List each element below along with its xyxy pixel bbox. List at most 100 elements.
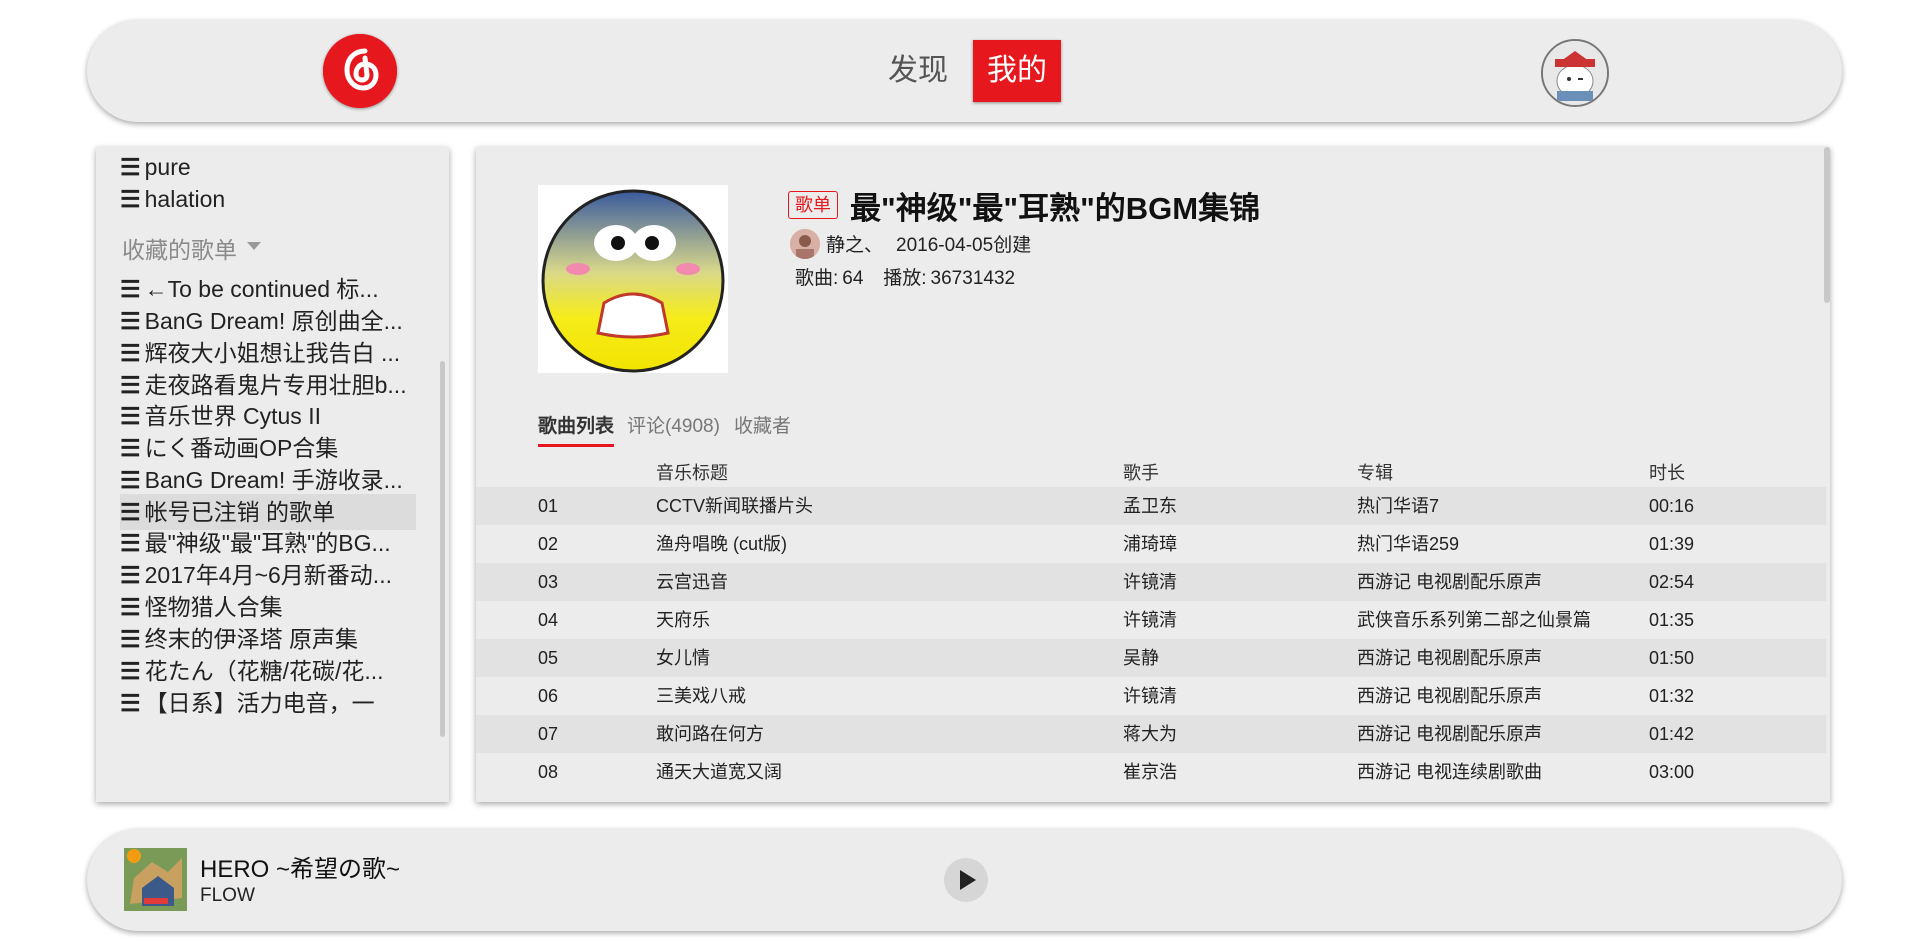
track-number: 04 (538, 610, 559, 630)
track-artist[interactable]: 吴静 (1123, 639, 1159, 677)
track-album[interactable]: 热门华语259 (1357, 525, 1459, 563)
list-icon: ☰ (120, 186, 141, 212)
track-title[interactable]: 渔舟唱晚 (cut版) (656, 525, 787, 563)
track-artist[interactable]: 许镜清 (1123, 601, 1177, 639)
list-icon: ☰ (120, 562, 141, 588)
sidebar-scrollbar[interactable] (440, 361, 445, 737)
sidebar-item[interactable]: ☰ BanG Dream! 原创曲全... (120, 303, 416, 339)
playlist-cover-image (538, 185, 728, 373)
list-icon: ☰ (120, 435, 141, 461)
column-header-artist: 歌手 (1123, 463, 1159, 483)
creator-name[interactable]: 静之、 (826, 230, 883, 257)
sidebar-item-label: 怪物猎人合集 (144, 594, 283, 620)
tab-comments[interactable]: 评论(4908) (627, 411, 720, 444)
table-row[interactable]: 08 通天大道宽又阔 崔京浩 西游记 电视连续剧歌曲 03:00 (476, 753, 1826, 791)
table-row[interactable]: 05 女儿情 吴静 西游记 电视剧配乐原声 01:50 (476, 639, 1826, 677)
track-title[interactable]: 通天大道宽又阔 (656, 753, 782, 791)
track-artist[interactable]: 许镜清 (1123, 563, 1177, 601)
list-icon: ☰ (120, 403, 141, 429)
collected-label: 收藏的歌单 (122, 237, 237, 263)
now-playing-album-art[interactable] (124, 848, 187, 911)
songs-label: 歌曲: (795, 268, 839, 289)
player-bar: HERO ~希望の歌~ FLOW (87, 829, 1842, 931)
list-icon: ☰ (120, 340, 141, 366)
table-row[interactable]: 02 渔舟唱晚 (cut版) 浦琦璋 热门华语259 01:39 (476, 525, 1826, 563)
sidebar-item-label: pure (144, 154, 191, 180)
sidebar-item[interactable]: ☰ 音乐世界 Cytus II (120, 398, 416, 434)
track-title[interactable]: 云宫迅音 (656, 563, 728, 601)
track-album[interactable]: 西游记 电视剧配乐原声 (1357, 639, 1542, 677)
netease-music-logo-icon[interactable] (323, 34, 397, 108)
list-icon: ☰ (120, 467, 141, 493)
now-playing-title: HERO ~希望の歌~ (200, 856, 401, 883)
sidebar-item[interactable]: ☰ 终末的伊泽塔 原声集 (120, 621, 416, 657)
plays-count: 36731432 (930, 268, 1016, 289)
table-row[interactable]: 04 天府乐 许镜清 武侠音乐系列第二部之仙景篇 01:35 (476, 601, 1826, 639)
list-icon: ☰ (120, 276, 141, 302)
list-icon: ☰ (120, 530, 141, 556)
play-button[interactable] (944, 858, 988, 902)
sidebar-item-label: BanG Dream! 手游收录... (144, 467, 403, 493)
track-artist[interactable]: 许镜清 (1123, 677, 1177, 715)
tab-song-list[interactable]: 歌曲列表 (538, 411, 615, 447)
track-album[interactable]: 热门华语7 (1357, 487, 1439, 525)
sidebar-item[interactable]: ☰ 最"神级"最"耳熟"的BG... (120, 525, 416, 561)
tab-collectors[interactable]: 收藏者 (734, 411, 791, 444)
sidebar-item-label: halation (144, 186, 226, 212)
track-title[interactable]: 敢问路在何方 (656, 715, 764, 753)
track-number: 07 (538, 724, 559, 744)
collected-playlists-header[interactable]: 收藏的歌单 (122, 231, 261, 265)
sidebar-item[interactable]: ☰ BanG Dream! 手游收录... (120, 462, 416, 498)
track-title[interactable]: 天府乐 (656, 601, 710, 639)
track-title[interactable]: CCTV新闻联播片头 (656, 487, 813, 525)
track-number: 08 (538, 762, 559, 782)
track-album[interactable]: 西游记 电视连续剧歌曲 (1357, 753, 1542, 791)
sidebar-item[interactable]: ☰ pure (120, 149, 416, 185)
sidebar-item[interactable]: ☰ にく番动画OP合集 (120, 430, 416, 466)
table-row[interactable]: 03 云宫迅音 许镜清 西游记 电视剧配乐原声 02:54 (476, 563, 1826, 601)
track-artist[interactable]: 浦琦璋 (1123, 525, 1177, 563)
top-nav-bar: 发现 我的 (87, 20, 1842, 122)
sidebar-item[interactable]: ☰ 【日系】活力电音，一 (120, 685, 416, 721)
sidebar-item[interactable]: ☰ ←To be continued 标... (120, 271, 416, 307)
sidebar-item-label: にく番动画OP合集 (144, 435, 339, 461)
track-duration: 03:00 (1649, 762, 1695, 782)
sidebar-item[interactable]: ☰ 花たん（花糖/花碳/花... (120, 653, 416, 689)
track-title[interactable]: 三美戏八戒 (656, 677, 746, 715)
track-number: 02 (538, 534, 559, 554)
list-icon: ☰ (120, 308, 141, 334)
track-album[interactable]: 西游记 电视剧配乐原声 (1357, 677, 1542, 715)
sidebar-item[interactable]: ☰ 怪物猎人合集 (120, 589, 416, 625)
track-album[interactable]: 西游记 电视剧配乐原声 (1357, 563, 1542, 601)
sidebar-item[interactable]: ☰ 辉夜大小姐想让我告白 ... (120, 335, 416, 371)
list-icon: ☰ (120, 154, 141, 180)
playlist-badge: 歌单 (788, 191, 838, 219)
track-title[interactable]: 女儿情 (656, 639, 710, 677)
sidebar-item[interactable]: ☰ halation (120, 181, 416, 217)
list-icon: ☰ (120, 690, 141, 716)
sidebar-item-label: 2017年4月~6月新番动... (144, 562, 392, 588)
tab-discover[interactable]: 发现 (874, 40, 962, 102)
table-row[interactable]: 01 CCTV新闻联播片头 孟卫东 热门华语7 00:16 (476, 487, 1826, 525)
track-album[interactable]: 武侠音乐系列第二部之仙景篇 (1357, 601, 1591, 639)
main-scrollbar[interactable] (1824, 147, 1830, 303)
table-row[interactable]: 06 三美戏八戒 许镜清 西游记 电视剧配乐原声 01:32 (476, 677, 1826, 715)
songs-count: 64 (842, 268, 864, 289)
list-icon: ☰ (120, 658, 141, 684)
track-album[interactable]: 西游记 电视剧配乐原声 (1357, 715, 1542, 753)
sidebar-item-label: 终末的伊泽塔 原声集 (144, 626, 359, 652)
tab-mine[interactable]: 我的 (973, 40, 1061, 102)
column-header-title: 音乐标题 (656, 463, 728, 483)
sidebar-item-label: 【日系】活力电音，一 (144, 690, 375, 716)
track-artist[interactable]: 蒋大为 (1123, 715, 1177, 753)
track-duration: 00:16 (1649, 496, 1695, 516)
now-playing-artist: FLOW (200, 885, 255, 906)
sidebar-item[interactable]: ☰ 2017年4月~6月新番动... (120, 557, 416, 593)
track-number: 06 (538, 686, 559, 706)
track-artist[interactable]: 孟卫东 (1123, 487, 1177, 525)
sidebar-item-label: BanG Dream! 原创曲全... (144, 308, 403, 334)
user-avatar[interactable] (1541, 39, 1609, 107)
table-row[interactable]: 07 敢问路在何方 蒋大为 西游记 电视剧配乐原声 01:42 (476, 715, 1826, 753)
creator-avatar[interactable] (790, 229, 820, 259)
track-artist[interactable]: 崔京浩 (1123, 753, 1177, 791)
